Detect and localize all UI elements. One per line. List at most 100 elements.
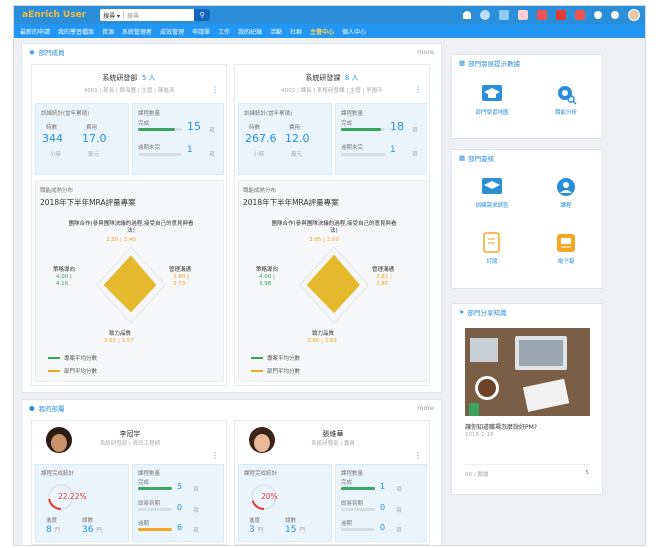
quick-competency[interactable]: 職能分析 <box>544 83 588 116</box>
article-image[interactable] <box>465 328 590 416</box>
article-divider <box>465 464 590 465</box>
overdue-unit: 項 <box>193 528 199 534</box>
radar-chart <box>96 246 166 324</box>
kebab-menu-icon[interactable]: ⋮ <box>211 85 219 94</box>
nav-item[interactable]: 系統管理者 <box>122 27 152 36</box>
cost-value: 12.0 <box>285 132 310 145</box>
message-icon[interactable] <box>537 10 547 20</box>
kebab-menu-icon[interactable]: ⋮ <box>414 451 422 460</box>
completion-title: 課程完成統計 <box>244 471 278 477</box>
article-headline[interactable]: 讓你知道職場怎麼說好PM? <box>465 422 537 431</box>
course-done-value: 15 <box>187 120 201 133</box>
done-bar <box>341 487 375 490</box>
total-unit: 門 <box>96 528 102 534</box>
course-done-bar <box>138 128 176 131</box>
staff-name[interactable]: 李冠宇 <box>32 429 228 439</box>
staff-name[interactable]: 張維華 <box>235 429 431 439</box>
course-title: 課程數量 <box>138 111 161 117</box>
cart-icon[interactable] <box>518 10 528 20</box>
radar-axis-label: 策略導向 <box>53 267 76 273</box>
soon-unit: 項 <box>193 508 199 514</box>
search-icon: ⚲ <box>199 11 205 19</box>
apps-icon[interactable] <box>499 10 509 20</box>
radar-axis-value: 3.80 | 3.73 <box>173 274 189 287</box>
unit-name[interactable]: 系統研發課 <box>305 74 340 82</box>
search-box: 搜尋 ▾ 搜尋 ⚲ <box>100 9 211 21</box>
nav-item[interactable]: 社群 <box>290 27 302 36</box>
records-header: ▦ 部門簽核 <box>452 150 602 166</box>
calendar-icon[interactable] <box>575 10 585 20</box>
unit-meta: 4001 | 部長 | 鄭海豐 | 主管 | 陳進清 <box>83 88 175 94</box>
progress-number: 8 <box>46 525 52 535</box>
radar-area <box>306 254 360 314</box>
home-icon[interactable] <box>463 11 471 19</box>
app-logo[interactable]: aEnrich User <box>19 10 86 20</box>
course-overdue-track <box>341 153 385 156</box>
legend-swatch <box>251 370 263 372</box>
notification-icon[interactable] <box>556 10 566 20</box>
legend-swatch <box>48 370 60 372</box>
info-icon[interactable] <box>594 11 602 19</box>
quick-training-survey[interactable]: 訓練需求調查 <box>470 176 514 209</box>
staff-meta: 系統研發部 | 資訊工程師 <box>99 441 161 447</box>
search-button[interactable]: ⚲ <box>194 9 211 21</box>
radar-title: 職能成熟分布 <box>40 188 74 194</box>
hours-title: 訓練統計(當年累積) <box>244 111 293 117</box>
nav-item[interactable]: 我的學習檔案 <box>58 27 94 36</box>
course-overdue-value: 1 <box>390 145 396 155</box>
hours-unit: 小時 <box>50 152 62 158</box>
quick-newsletter[interactable]: 電子報 <box>544 232 588 265</box>
department-more-link[interactable]: more <box>417 48 434 56</box>
staff-more-link[interactable]: more <box>417 404 434 412</box>
nav-item[interactable]: 活動 <box>270 27 282 36</box>
cost-unit: 萬元 <box>291 152 303 158</box>
completion-percent: 20% <box>261 492 278 501</box>
progress-unit: 門 <box>257 528 264 534</box>
overdue-label: 逾期 <box>341 521 353 527</box>
bookmark-icon <box>469 403 479 416</box>
nav-item[interactable]: 最新的申請 <box>20 27 50 36</box>
completion-percent: 22.22% <box>58 492 87 501</box>
nav-item[interactable]: 個人中心 <box>342 27 366 36</box>
nav-item[interactable]: 工作 <box>218 27 230 36</box>
department-card-title: 部門成員 <box>38 49 65 57</box>
person-badge-icon <box>554 176 578 198</box>
soon-label: 即將到期 <box>138 501 161 507</box>
kebab-menu-icon[interactable]: ⋮ <box>414 85 422 94</box>
quick-course[interactable]: 課程 <box>544 176 588 209</box>
overdue-unit: 項 <box>396 528 402 534</box>
help-icon[interactable] <box>611 11 619 19</box>
top-bar: aEnrich User 搜尋 ▾ 搜尋 ⚲ <box>14 6 645 24</box>
course-overdue-label: 逾期未完 <box>341 145 364 151</box>
staff-person-panel: 張維華 系統研發部 | 專員 ⋮ 課程完成統計 20% 進度 總數 3 門 15… <box>234 420 430 545</box>
radar-axis-value: 4.00 | 3.98 <box>259 274 275 287</box>
nav-item[interactable]: 成效管理 <box>160 27 184 36</box>
legend-label: 專案平均分數 <box>267 356 301 362</box>
unit-count: 8 人 <box>344 74 359 82</box>
total-value: 15 門 <box>285 525 305 535</box>
search-scope-select[interactable]: 搜尋 ▾ <box>100 10 125 20</box>
nav-item[interactable]: 主管中心 <box>310 27 334 36</box>
kebab-menu-icon[interactable]: ⋮ <box>211 451 219 460</box>
course-title: 課程數量 <box>341 111 364 117</box>
done-value: 1 <box>380 482 386 491</box>
radar-subtitle: 2018年下半年MRA評量專案 <box>40 198 136 207</box>
article-comments[interactable]: 5 <box>586 470 590 476</box>
competency-radar-panel: 職能成熟分布 2018年下半年MRA評量專案 團隊合作(參與團隊決議的過程,接受… <box>238 180 427 382</box>
completion-stat-box: 課程完成統計 22.22% 進度 總數 8 門 36 門 <box>35 464 129 542</box>
staff-course-title: 課程數量 <box>138 471 161 477</box>
quick-subscribe[interactable]: 訂閱 <box>470 232 514 265</box>
settings-icon[interactable] <box>480 10 490 20</box>
course-stat-box: 課程數量 完成 15 項 逾期未完 1 項 <box>132 103 224 175</box>
total-label: 總數 <box>285 518 297 524</box>
nav-item[interactable]: 申請單 <box>192 27 210 36</box>
unit-count: 5 人 <box>141 74 156 82</box>
done-unit: 項 <box>193 487 199 493</box>
unit-meta: 4002 | 課長 | 系統研發課 | 主管 | 李國平 <box>281 88 383 94</box>
nav-item[interactable]: 我的紀錄 <box>238 27 262 36</box>
nav-item[interactable]: 資源 <box>102 27 114 36</box>
unit-name[interactable]: 系統研發部 <box>102 74 137 82</box>
search-input[interactable]: 搜尋 <box>124 11 194 20</box>
quick-learning-map[interactable]: 部門學習地圖 <box>470 83 514 116</box>
user-avatar[interactable] <box>628 9 640 21</box>
